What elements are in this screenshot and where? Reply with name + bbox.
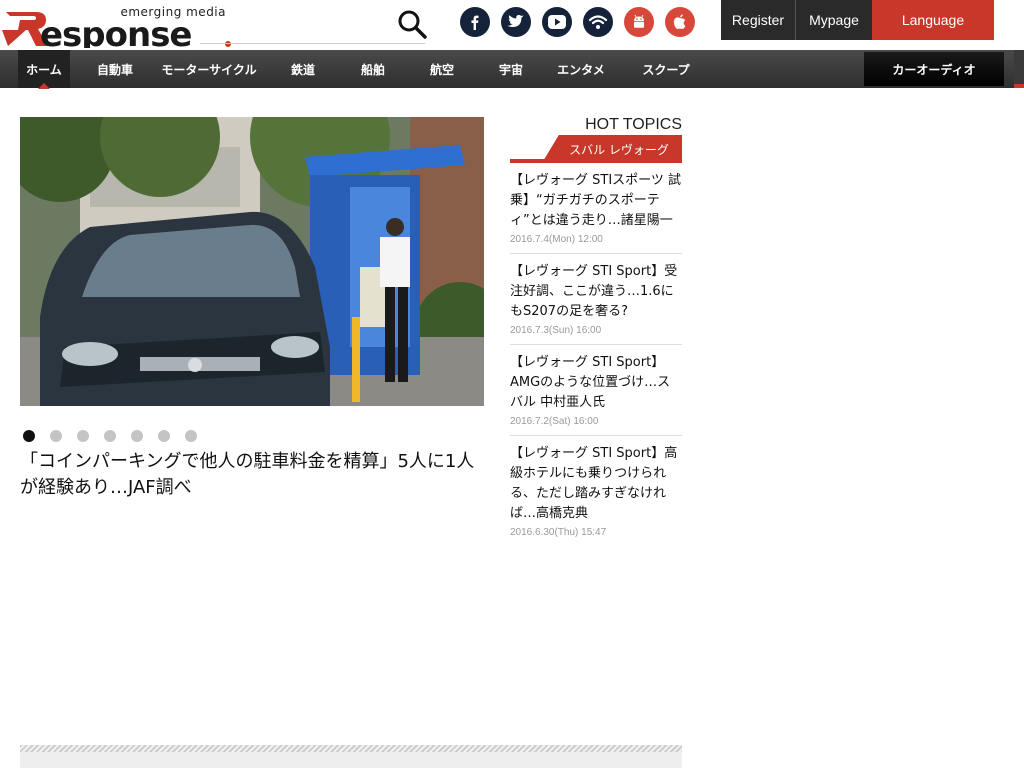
slideshow-dots: [23, 430, 197, 442]
next-section-box: [20, 752, 682, 768]
nav-item-motorcycle[interactable]: モーターサイクル: [158, 50, 260, 88]
hot-topics: HOT TOPICS スバル レヴォーグ 【レヴォーグ STIスポーツ 試乗】“…: [510, 116, 682, 554]
twitter-icon: [507, 15, 524, 27]
twitter-button[interactable]: [501, 7, 531, 37]
nav-bar: ホーム 自動車 モーターサイクル 鉄道 船舶 航空 宇宙 エンタメ スクープ カ…: [0, 50, 1014, 89]
android-icon: [634, 14, 644, 28]
slide-dot-1[interactable]: [23, 430, 35, 442]
auth-buttons: Register Mypage Language: [721, 0, 994, 40]
striped-rule: [20, 745, 682, 752]
search-icon: [398, 10, 427, 39]
article-date: 2016.7.2(Sat) 16:00: [510, 416, 599, 427]
slide-dot-3[interactable]: [77, 430, 89, 442]
language-button[interactable]: Language: [872, 0, 994, 40]
slide-dot-7[interactable]: [185, 430, 197, 442]
tab-subaru-levorg[interactable]: スバル レヴォーグ: [542, 135, 682, 163]
hero-headline-link[interactable]: 「コインパーキングで他人の駐車料金を精算」5人に1人が経験あり…JAF調べ: [20, 449, 482, 501]
rss-button[interactable]: [583, 7, 613, 37]
article-date: 2016.7.3(Sun) 16:00: [510, 325, 602, 336]
site-header: emerging media esponse Register Mypage L…: [0, 0, 1024, 50]
article-date: 2016.7.4(Mon) 12:00: [510, 234, 603, 245]
register-button[interactable]: Register: [721, 0, 796, 40]
nav-item-scoop[interactable]: スクープ: [634, 50, 698, 88]
section-divider: [20, 745, 682, 768]
slide-dot-5[interactable]: [131, 430, 143, 442]
nav-item-ships[interactable]: 船舶: [350, 50, 396, 88]
site-logo[interactable]: emerging media esponse: [0, 2, 425, 48]
facebook-button[interactable]: [460, 7, 490, 37]
slide-dot-2[interactable]: [50, 430, 62, 442]
hero-image[interactable]: [20, 117, 484, 406]
main-nav: ホーム 自動車 モーターサイクル 鉄道 船舶 航空 宇宙 エンタメ スクープ カ…: [0, 50, 1024, 89]
hot-topics-list: 【レヴォーグ STIスポーツ 試乗】“ガチガチのスポーティ”とは違う走り…諸星陽…: [510, 171, 682, 546]
hot-topics-tabbar: スバル レヴォーグ: [510, 135, 682, 163]
nav-item-space[interactable]: 宇宙: [488, 50, 534, 88]
header-rule: [200, 43, 425, 44]
search-button[interactable]: [396, 8, 428, 40]
rss-icon: [588, 15, 608, 29]
apple-button[interactable]: [665, 7, 695, 37]
nav-item-entertainment[interactable]: エンタメ: [551, 50, 611, 88]
slide-dot-6[interactable]: [158, 430, 170, 442]
list-item[interactable]: 【レヴォーグ STI Sport】受注好調、ここが違う…1.6にもS207の足を…: [510, 262, 682, 345]
nav-item-home[interactable]: ホーム: [18, 50, 70, 89]
nav-item-aviation[interactable]: 航空: [419, 50, 465, 88]
android-button[interactable]: [624, 7, 654, 37]
article-title: 【レヴォーグ STI Sport】高級ホテルにも乗りつけられる、ただし踏みすぎな…: [510, 446, 678, 521]
slide-dot-4[interactable]: [104, 430, 116, 442]
mypage-button[interactable]: Mypage: [796, 0, 872, 40]
nav-item-car-audio[interactable]: カーオーディオ: [864, 52, 1004, 86]
article-title: 【レヴォーグ STIスポーツ 試乗】“ガチガチのスポーティ”とは違う走り…諸星陽…: [510, 173, 682, 228]
list-item[interactable]: 【レヴォーグ STIスポーツ 試乗】“ガチガチのスポーティ”とは違う走り…諸星陽…: [510, 171, 682, 254]
article-title: 【レヴォーグ STI Sport】AMGのような位置づけ…スバル 中村亜人氏: [510, 355, 671, 410]
svg-text:esponse: esponse: [40, 15, 192, 48]
youtube-button[interactable]: [542, 7, 572, 37]
article-date: 2016.6.30(Thu) 15:47: [510, 527, 607, 538]
response-logo-icon: esponse: [2, 12, 231, 48]
list-item[interactable]: 【レヴォーグ STI Sport】高級ホテルにも乗りつけられる、ただし踏みすぎな…: [510, 444, 682, 546]
social-links: [460, 7, 695, 37]
article-title: 【レヴォーグ STI Sport】受注好調、ここが違う…1.6にもS207の足を…: [510, 264, 678, 319]
nav-item-cars[interactable]: 自動車: [86, 50, 144, 88]
facebook-icon: [471, 15, 479, 30]
hero-photo: [20, 117, 484, 406]
apple-icon: [673, 14, 686, 29]
youtube-icon: [548, 15, 566, 29]
hot-topics-heading: HOT TOPICS: [585, 116, 682, 133]
nav-item-railway[interactable]: 鉄道: [280, 50, 326, 88]
list-item[interactable]: 【レヴォーグ STI Sport】AMGのような位置づけ…スバル 中村亜人氏 2…: [510, 353, 682, 436]
